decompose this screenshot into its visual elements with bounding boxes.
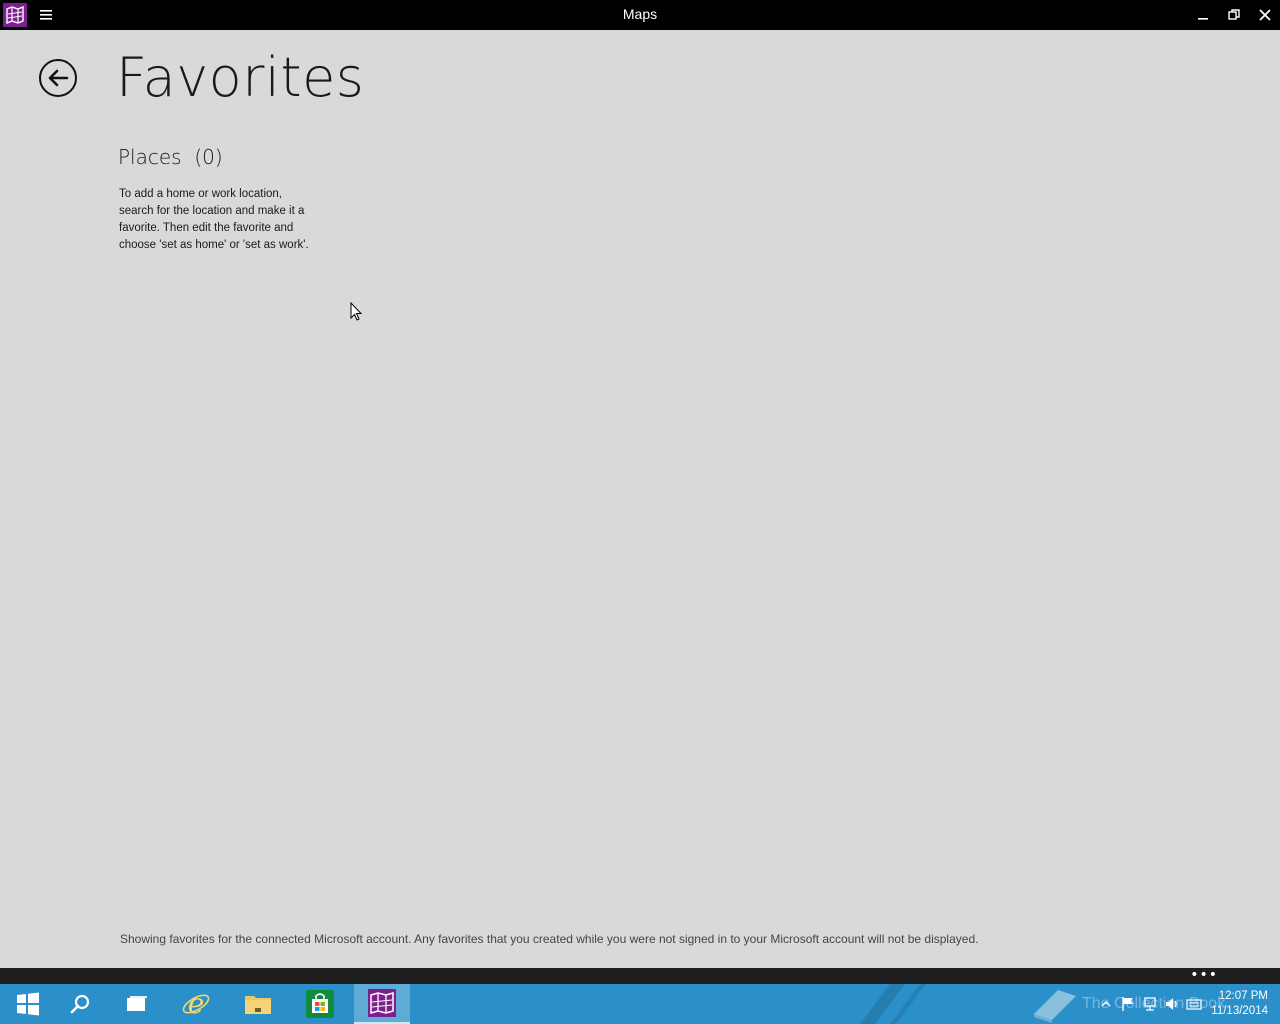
close-icon[interactable] [1250,0,1280,30]
window-title: Maps [622,6,658,22]
book-logo-icon [1034,990,1076,1023]
store-icon [306,990,334,1018]
places-count: (0) [194,145,223,169]
page-title: Favorites [116,46,365,109]
minimize-icon[interactable] [1188,0,1218,30]
store-button[interactable] [292,984,348,1024]
network-icon[interactable] [1139,984,1161,1024]
restore-icon[interactable] [1219,0,1249,30]
places-label: Places [118,145,182,169]
maps-taskbar-button[interactable] [354,984,410,1024]
folder-icon [245,996,271,1014]
back-arrow-icon[interactable] [39,59,77,97]
file-explorer-button[interactable] [230,984,286,1024]
favorites-help-text: To add a home or work location, search f… [119,188,309,251]
windows-logo-icon [17,992,39,1016]
keyboard-icon[interactable] [1183,984,1205,1024]
places-section-header[interactable]: Places (0) [118,145,223,169]
search-button[interactable] [52,984,108,1024]
task-view-icon [127,996,147,1011]
svg-text:e: e [188,989,205,1019]
task-view-button[interactable] [109,984,165,1024]
maps-app-icon [368,989,396,1017]
flag-icon[interactable] [1117,984,1139,1024]
internet-explorer-button[interactable]: e [168,984,224,1024]
account-footer-note: Showing favorites for the connected Micr… [120,932,979,946]
more-options-button[interactable]: ••• [1190,968,1218,984]
start-button[interactable] [0,984,56,1024]
show-hidden-icons-chevron[interactable] [1095,984,1117,1024]
search-icon [70,994,90,1014]
app-bar[interactable] [0,968,1280,984]
clock-time: 12:07 PM [1218,990,1268,1002]
mouse-pointer-icon [350,301,363,322]
taskbar-decoration [860,984,940,1024]
clock-date: 11/13/2014 [1211,1005,1268,1017]
volume-icon[interactable] [1161,984,1183,1024]
taskbar: e The Collection Book 12:07 PM 11/13/201… [0,984,1280,1024]
title-bar: Maps [0,0,1280,30]
clock[interactable]: 12:07 PM 11/13/2014 [1205,989,1280,1019]
internet-explorer-icon: e [182,989,210,1019]
system-tray: 12:07 PM 11/13/2014 [1095,984,1280,1024]
